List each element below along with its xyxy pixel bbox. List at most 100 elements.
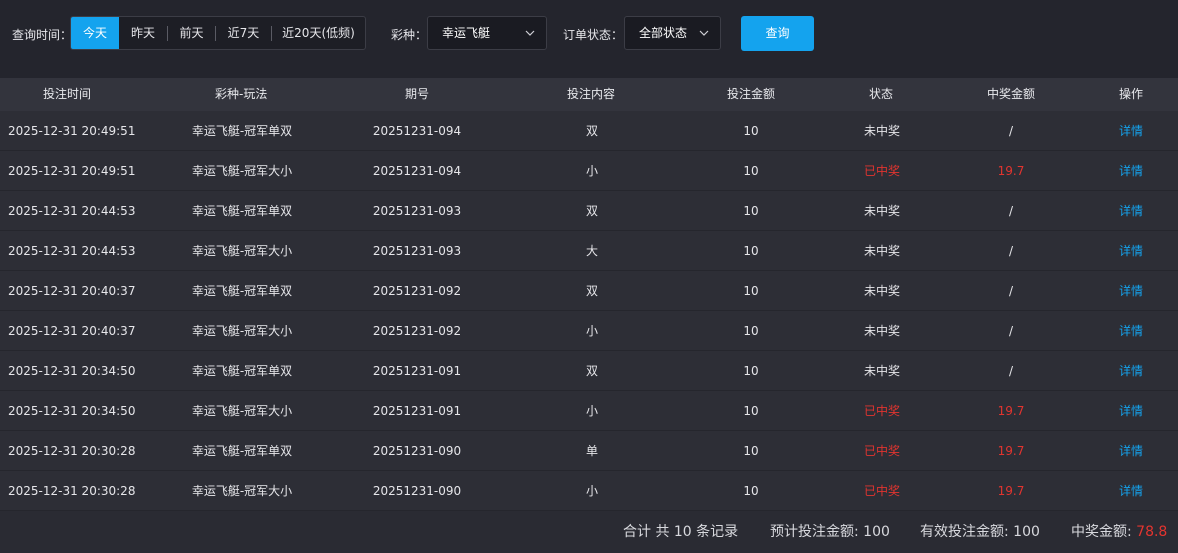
cell-issue: 20251231-093 [372,204,462,218]
cell-issue: 20251231-090 [372,484,462,498]
cell-bet-amount: 10 [743,204,759,218]
prize-total-value: 78.8 [1136,524,1168,540]
column-header-issue: 期号 [405,87,430,101]
details-link[interactable]: 详情 [1106,151,1156,191]
date-option-7-days[interactable]: 近7天 [216,17,271,49]
details-link[interactable]: 详情 [1106,111,1156,151]
cell-bet-amount: 10 [743,444,759,458]
cell-bet-content: 小 [585,324,598,338]
chevron-down-icon [699,30,709,36]
cell-prize-amount: / [1008,204,1014,218]
details-link[interactable]: 详情 [1106,471,1156,511]
cell-status: 未中奖 [863,124,900,138]
details-link[interactable]: 详情 [1106,351,1156,391]
cell-bet-amount: 10 [743,404,759,418]
cell-issue: 20251231-092 [372,324,462,338]
date-option-day-before[interactable]: 前天 [168,17,215,49]
cell-game-play: 幸运飞艇-冠军单双 [191,204,293,218]
cell-status: 未中奖 [863,364,900,378]
cell-status: 未中奖 [863,284,900,298]
cell-bet-time: 2025-12-31 20:49:51 [8,164,136,178]
table-row: 2025-12-31 20:30:28 幸运飞艇-冠军大小 20251231-090… [0,471,1178,511]
table-header: 投注时间 彩种-玩法 期号 投注内容 投注金额 状态 中奖金额 操作 [0,78,1178,111]
cell-bet-content: 大 [585,244,598,258]
cell-game-play: 幸运飞艇-冠军单双 [191,284,293,298]
cell-status: 已中奖 [863,484,900,498]
cell-game-play: 幸运飞艇-冠军单双 [191,364,293,378]
details-link[interactable]: 详情 [1106,391,1156,431]
lottery-select-value: 幸运飞艇 [442,26,491,40]
table-row: 2025-12-31 20:40:37 幸运飞艇-冠军大小 20251231-092… [0,311,1178,351]
cell-prize-amount: 19.7 [997,444,1025,458]
cell-prize-amount: / [1008,284,1014,298]
cell-issue: 20251231-094 [372,164,462,178]
cell-issue: 20251231-092 [372,284,462,298]
cell-bet-time: 2025-12-31 20:40:37 [8,284,136,298]
date-option-yesterday[interactable]: 昨天 [119,17,167,49]
lottery-filter-label: 彩种： [391,28,428,42]
column-header-bet-time: 投注时间 [43,87,92,101]
lottery-select[interactable]: 幸运飞艇 [427,16,547,50]
cell-issue: 20251231-094 [372,124,462,138]
cell-issue: 20251231-091 [372,404,462,418]
cell-status: 已中奖 [863,444,900,458]
total-records: 合计 共 10 条记录 [623,524,739,540]
order-status-select[interactable]: 全部状态 [624,16,721,50]
valid-bet-total: 有效投注金额: 100 [920,511,1040,553]
cell-status: 未中奖 [863,324,900,338]
cell-game-play: 幸运飞艇-冠军大小 [191,484,293,498]
column-header-prize-amount: 中奖金额 [987,87,1036,101]
time-filter-label: 查询时间： [12,28,73,42]
table-row: 2025-12-31 20:49:51 幸运飞艇-冠军单双 20251231-094… [0,111,1178,151]
cell-game-play: 幸运飞艇-冠军大小 [191,244,293,258]
cell-bet-amount: 10 [743,484,759,498]
cell-issue: 20251231-091 [372,364,462,378]
cell-bet-content: 单 [585,444,598,458]
cell-status: 未中奖 [863,244,900,258]
query-button[interactable]: 查询 [741,16,814,51]
date-option-20-days[interactable]: 近20天(低频) [272,17,365,49]
chevron-down-icon [525,30,535,36]
details-link[interactable]: 详情 [1106,191,1156,231]
cell-bet-time: 2025-12-31 20:44:53 [8,204,136,218]
cell-bet-time: 2025-12-31 20:40:37 [8,324,136,338]
cell-game-play: 幸运飞艇-冠军大小 [191,324,293,338]
cell-bet-content: 小 [585,484,598,498]
cell-bet-amount: 10 [743,324,759,338]
prize-total: 中奖金额: 78.8 [1071,511,1167,553]
cell-status: 未中奖 [863,204,900,218]
cell-prize-amount: / [1008,244,1014,258]
cell-bet-content: 双 [585,124,598,138]
cell-bet-content: 小 [585,164,598,178]
column-header-status: 状态 [869,87,894,101]
cell-bet-content: 双 [585,364,598,378]
date-option-today[interactable]: 今天 [71,17,119,49]
details-link[interactable]: 详情 [1106,271,1156,311]
column-header-action: 操作 [1119,87,1144,101]
cell-prize-amount: / [1008,364,1014,378]
table-row: 2025-12-31 20:49:51 幸运飞艇-冠军大小 20251231-094… [0,151,1178,191]
cell-prize-amount: / [1008,324,1014,338]
expected-bet-total: 预计投注金额: 100 [770,511,890,553]
cell-bet-time: 2025-12-31 20:44:53 [8,244,136,258]
cell-status: 已中奖 [863,404,900,418]
date-range-group: 今天 昨天 前天 近7天 近20天(低频) [70,16,366,50]
cell-issue: 20251231-090 [372,444,462,458]
cell-bet-amount: 10 [743,164,759,178]
details-link[interactable]: 详情 [1106,431,1156,471]
details-link[interactable]: 详情 [1106,311,1156,351]
cell-game-play: 幸运飞艇-冠军大小 [191,404,293,418]
column-header-game-play: 彩种-玩法 [215,87,268,101]
details-link[interactable]: 详情 [1106,231,1156,271]
filter-bar: 查询时间： 今天 昨天 前天 近7天 近20天(低频) 彩种： 幸运飞艇 订单状… [0,0,1178,78]
cell-bet-time: 2025-12-31 20:49:51 [8,124,136,138]
table-row: 2025-12-31 20:30:28 幸运飞艇-冠军单双 20251231-090… [0,431,1178,471]
cell-bet-amount: 10 [743,364,759,378]
expected-bet-label: 预计投注金额: [770,524,864,540]
cell-bet-amount: 10 [743,124,759,138]
cell-prize-amount: 19.7 [997,484,1025,498]
cell-bet-content: 小 [585,404,598,418]
table-row: 2025-12-31 20:40:37 幸运飞艇-冠军单双 20251231-092… [0,271,1178,311]
cell-prize-amount: 19.7 [997,164,1025,178]
cell-bet-content: 双 [585,204,598,218]
